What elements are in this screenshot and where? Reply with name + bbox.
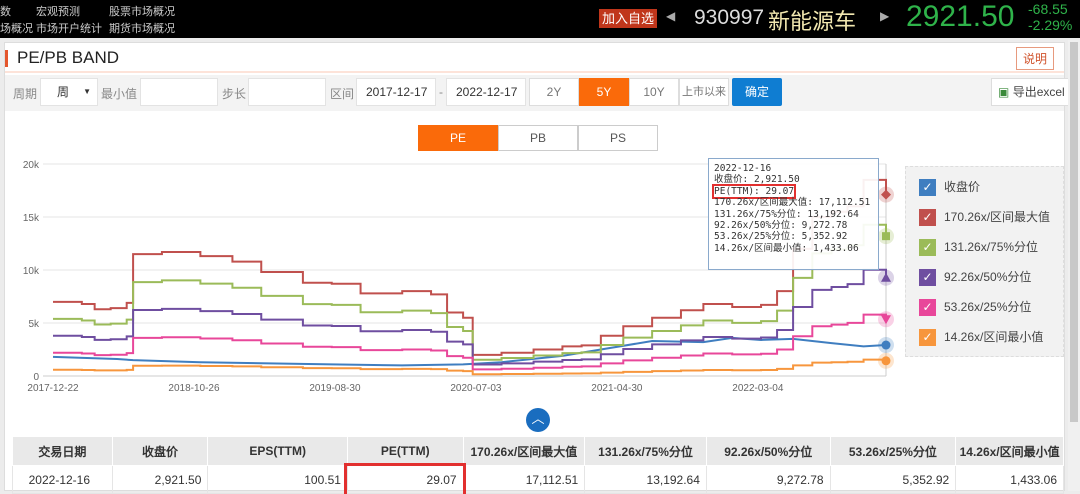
table-cell: 29.07 — [344, 462, 467, 494]
tooltip-line: 14.26x/区间最小值: 1,433.06 — [714, 242, 859, 254]
x-tick-label: 2017-12-22 — [27, 383, 79, 394]
legend-label: 14.26x/区间最小值 — [944, 330, 1044, 344]
collapse-chevron-up-icon[interactable]: ︿ — [526, 408, 550, 432]
legend-label: 53.26x/25%分位 — [944, 300, 1032, 314]
y-tick-label: 20k — [23, 160, 40, 171]
add-watchlist-button[interactable]: 加入自选 — [599, 9, 658, 28]
series-marker — [881, 340, 891, 350]
y-tick-label: 15k — [23, 213, 40, 224]
x-tick-label: 2021-04-30 — [591, 383, 643, 394]
x-tick-label: 2020-07-03 — [450, 383, 502, 394]
index-name: 新能源车 — [768, 9, 857, 34]
table-row: 2022-12-16 2,921.50 100.51 29.07 17,112.51 13… — [12, 462, 1064, 494]
nav-link[interactable]: 场概况 — [0, 20, 33, 36]
tooltip-line: 170.26x/区间最大值: 17,112.51 — [714, 197, 871, 209]
table-cell: 13,192.64 — [584, 465, 707, 494]
column-header[interactable]: 收盘价 — [111, 436, 209, 466]
legend-item[interactable]: ✓ 170.26x/区间最大值 — [919, 208, 1050, 228]
next-arrow-icon[interactable]: ▶ — [880, 9, 889, 23]
table-cell: 5,352.92 — [829, 465, 957, 494]
tooltip-line: 53.26x/25%分位: 5,352.92 — [714, 231, 848, 243]
column-header[interactable]: EPS(TTM) — [207, 436, 348, 466]
price-change-pct: -2.29% — [1028, 17, 1073, 33]
y-tick-label: 5k — [28, 319, 40, 330]
legend-label: 92.26x/50%分位 — [944, 270, 1032, 284]
y-tick-label: 0 — [33, 372, 39, 383]
checkbox-icon[interactable]: ✓ — [919, 269, 936, 287]
column-header[interactable]: 14.26x/区间最小值 — [955, 436, 1064, 466]
tooltip-line: 92.26x/50%分位: 9,272.78 — [714, 220, 848, 232]
tooltip-date: 2022-12-16 — [714, 163, 772, 174]
table-cell: 1,433.06 — [955, 465, 1064, 494]
checkbox-icon[interactable]: ✓ — [919, 299, 936, 317]
legend-item[interactable]: ✓ 131.26x/75%分位 — [919, 238, 1038, 258]
column-header[interactable]: 53.26x/25%分位 — [829, 436, 957, 466]
x-tick-label: 2022-03-04 — [732, 383, 784, 394]
index-code: 930997 — [694, 6, 765, 29]
column-header[interactable]: 92.26x/50%分位 — [705, 436, 831, 466]
tooltip-pe: PE(TTM): 29.07 — [711, 183, 797, 200]
scrollbar[interactable] — [1068, 40, 1080, 491]
nav-account-stats[interactable]: 市场开户统计 — [36, 20, 102, 36]
legend-item[interactable]: ✓ 53.26x/25%分位 — [919, 298, 1031, 318]
x-tick-label: 2018-10-26 — [168, 383, 220, 394]
table-cell: 100.51 — [207, 465, 348, 494]
legend-item[interactable]: ✓ 收盘价 — [919, 178, 980, 198]
table-cell: 9,272.78 — [705, 465, 831, 494]
column-header[interactable]: PE(TTM) — [346, 436, 464, 466]
top-bar: 数 宏观预测 股票市场概况 场概况 市场开户统计 期货市场概况 加入自选 ◀ 9… — [0, 0, 1080, 38]
legend-label: 收盘价 — [944, 180, 981, 194]
table-cell: 2,921.50 — [111, 465, 209, 494]
checkbox-icon[interactable]: ✓ — [919, 209, 936, 227]
nav-stock-market[interactable]: 股票市场概况 — [109, 3, 175, 19]
nav-macro-forecast[interactable]: 宏观预测 — [36, 3, 80, 19]
column-header[interactable]: 交易日期 — [12, 436, 113, 466]
tooltip-line: 131.26x/75%分位: 13,192.64 — [714, 208, 859, 220]
table-cell: 17,112.51 — [462, 465, 586, 494]
chart-legend: ✓ 收盘价 ✓ 170.26x/区间最大值 ✓ 131.26x/75%分位 ✓ 92.26x/… — [905, 166, 1064, 357]
series-marker — [882, 232, 890, 241]
pe-pb-band-panel: PE/PB BAND 说明 周期 周 ▼ 最小值 步长 区间 2017-12-17… — [4, 42, 1071, 494]
column-header[interactable]: 131.26x/75%分位 — [584, 436, 707, 466]
y-tick-label: 10k — [23, 266, 40, 277]
legend-label: 131.26x/75%分位 — [944, 240, 1039, 254]
nav-link[interactable]: 数 — [0, 3, 11, 19]
nav-futures-market[interactable]: 期货市场概况 — [109, 20, 175, 36]
table-cell: 2022-12-16 — [12, 465, 113, 494]
chart-tooltip: 2022-12-16 收盘价: 2,921.50 PE(TTM): 29.07 … — [708, 158, 879, 270]
checkbox-icon[interactable]: ✓ — [919, 179, 936, 197]
legend-label: 170.26x/区间最大值 — [944, 210, 1051, 224]
legend-item[interactable]: ✓ 14.26x/区间最小值 — [919, 328, 1043, 348]
price-change: -68.55 — [1028, 1, 1068, 17]
x-tick-label: 2019-08-30 — [309, 383, 361, 394]
column-header[interactable]: 170.26x/区间最大值 — [462, 436, 586, 466]
scrollbar-thumb[interactable] — [1070, 42, 1078, 422]
checkbox-icon[interactable]: ✓ — [919, 239, 936, 257]
legend-item[interactable]: ✓ 92.26x/50%分位 — [919, 268, 1031, 288]
tooltip-close: 收盘价: 2,921.50 — [714, 174, 800, 186]
data-table: 交易日期 收盘价 EPS(TTM) PE(TTM) 170.26x/区间最大值 131.2… — [12, 436, 1064, 494]
series-line-0 — [52, 336, 887, 367]
prev-arrow-icon[interactable]: ◀ — [666, 9, 675, 23]
series-marker — [881, 356, 891, 366]
checkbox-icon[interactable]: ✓ — [919, 329, 936, 347]
index-price: 2921.50 — [906, 0, 1015, 33]
